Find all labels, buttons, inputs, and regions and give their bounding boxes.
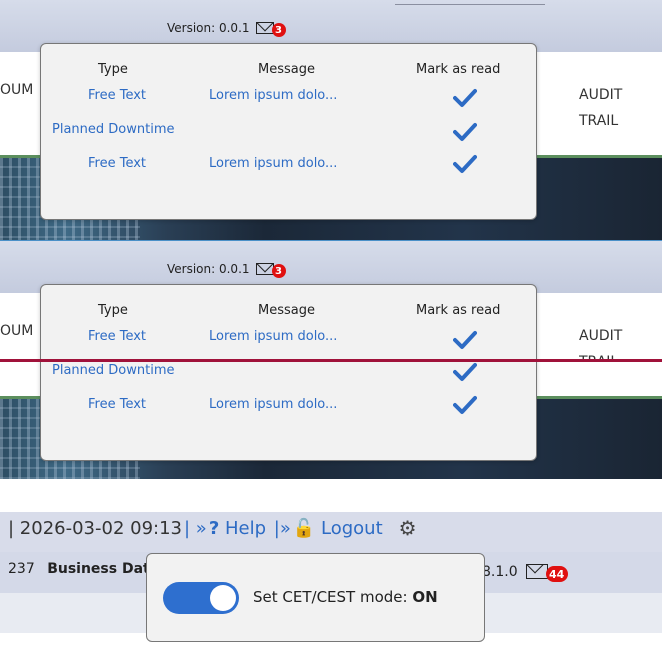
notification-badge[interactable]: 44 xyxy=(545,566,568,582)
help-label: Help xyxy=(225,517,267,539)
cet-mode-state: ON xyxy=(412,588,438,606)
nav-audit-line2: TRAIL xyxy=(579,113,619,129)
column-header-message: Message xyxy=(258,62,315,77)
version-label: Version: 0.0.1 xyxy=(167,21,250,35)
toggle-knob xyxy=(210,585,236,611)
row-1-type[interactable]: Free Text xyxy=(88,88,146,103)
nav-item-audit-trail[interactable]: AUDIT TRAIL xyxy=(579,82,622,134)
nav-item-partial[interactable]: OUM xyxy=(0,323,33,339)
version-info: Version: 0.0.1 3 xyxy=(167,19,286,37)
logout-label: Logout xyxy=(321,517,383,539)
column-header-type: Type xyxy=(98,303,128,318)
column-header-mark-read: Mark as read xyxy=(416,62,501,77)
scroll-marker-line xyxy=(0,359,662,362)
nav-audit-line1: AUDIT xyxy=(579,87,623,103)
notification-badge[interactable]: 3 xyxy=(271,264,286,278)
business-date-label: Business Dat xyxy=(47,561,150,577)
nav-item-audit-trail[interactable]: AUDIT TRAIL xyxy=(579,323,622,362)
row-1-message[interactable]: Lorem ipsum dolo... xyxy=(209,88,337,103)
cet-mode-toggle[interactable] xyxy=(163,582,239,614)
datetime-display: | 2026-03-02 09:13 xyxy=(8,517,182,539)
nav-item-partial[interactable]: OUM xyxy=(0,82,33,98)
header-nav: | 2026-03-02 09:13 | » ? Help |» 🔓 Logou… xyxy=(8,516,417,540)
unlock-icon: 🔓 xyxy=(292,517,316,539)
mark-read-check-icon[interactable] xyxy=(453,330,477,350)
row-2-type[interactable]: Planned Downtime xyxy=(52,122,174,137)
notifications-panel-1: Version: 0.0.1 3 OUM AUDIT TRAIL Type Me… xyxy=(0,0,662,240)
nav-audit-line1: AUDIT xyxy=(579,328,623,344)
row-3-type[interactable]: Free Text xyxy=(88,397,146,412)
mark-read-check-icon[interactable] xyxy=(453,362,477,382)
gear-icon[interactable]: ⚙ xyxy=(399,516,417,540)
notification-badge[interactable]: 3 xyxy=(271,23,286,37)
row-3-message[interactable]: Lorem ipsum dolo... xyxy=(209,397,337,412)
mark-read-check-icon[interactable] xyxy=(453,395,477,415)
mark-read-check-icon[interactable] xyxy=(453,154,477,174)
row-2-type[interactable]: Planned Downtime xyxy=(52,363,174,378)
version-info: 8.1.0 44 xyxy=(482,561,568,582)
logout-link[interactable]: 🔓 Logout xyxy=(293,518,383,539)
business-info: 237 Business Dat xyxy=(8,561,150,577)
envelope-icon[interactable] xyxy=(255,263,274,275)
help-icon: ? xyxy=(208,517,220,539)
version-label: Version: 0.0.1 xyxy=(167,262,250,276)
version-partial: 8.1.0 xyxy=(482,563,518,580)
header-toggle-panel: | 2026-03-02 09:13 | » ? Help |» 🔓 Logou… xyxy=(0,479,662,648)
row-3-message[interactable]: Lorem ipsum dolo... xyxy=(209,156,337,171)
cet-mode-popup: Set CET/CEST mode: ON xyxy=(146,553,485,642)
row-3-type[interactable]: Free Text xyxy=(88,156,146,171)
version-info: Version: 0.0.1 3 xyxy=(167,260,286,278)
column-header-mark-read: Mark as read xyxy=(416,303,501,318)
header-search-edge xyxy=(395,4,545,5)
envelope-icon[interactable] xyxy=(525,564,548,579)
cet-mode-text: Set CET/CEST mode: xyxy=(253,588,408,606)
column-header-message: Message xyxy=(258,303,315,318)
notifications-panel-2: Version: 0.0.1 3 OUM AUDIT TRAIL Type Me… xyxy=(0,241,662,479)
mark-read-check-icon[interactable] xyxy=(453,122,477,142)
cet-mode-label: Set CET/CEST mode: ON xyxy=(253,588,438,606)
notifications-popup: Type Message Mark as read Free Text Lore… xyxy=(40,284,537,461)
row-1-type[interactable]: Free Text xyxy=(88,329,146,344)
row-1-message[interactable]: Lorem ipsum dolo... xyxy=(209,329,337,344)
nav-separator: | » xyxy=(184,517,207,539)
nav-separator: |» xyxy=(268,517,291,539)
help-link[interactable]: ? Help xyxy=(209,518,266,539)
column-header-type: Type xyxy=(98,62,128,77)
info-partial: 237 xyxy=(8,561,35,577)
envelope-icon[interactable] xyxy=(255,22,274,34)
mark-read-check-icon[interactable] xyxy=(453,88,477,108)
notifications-popup: Type Message Mark as read Free Text Lore… xyxy=(40,43,537,220)
